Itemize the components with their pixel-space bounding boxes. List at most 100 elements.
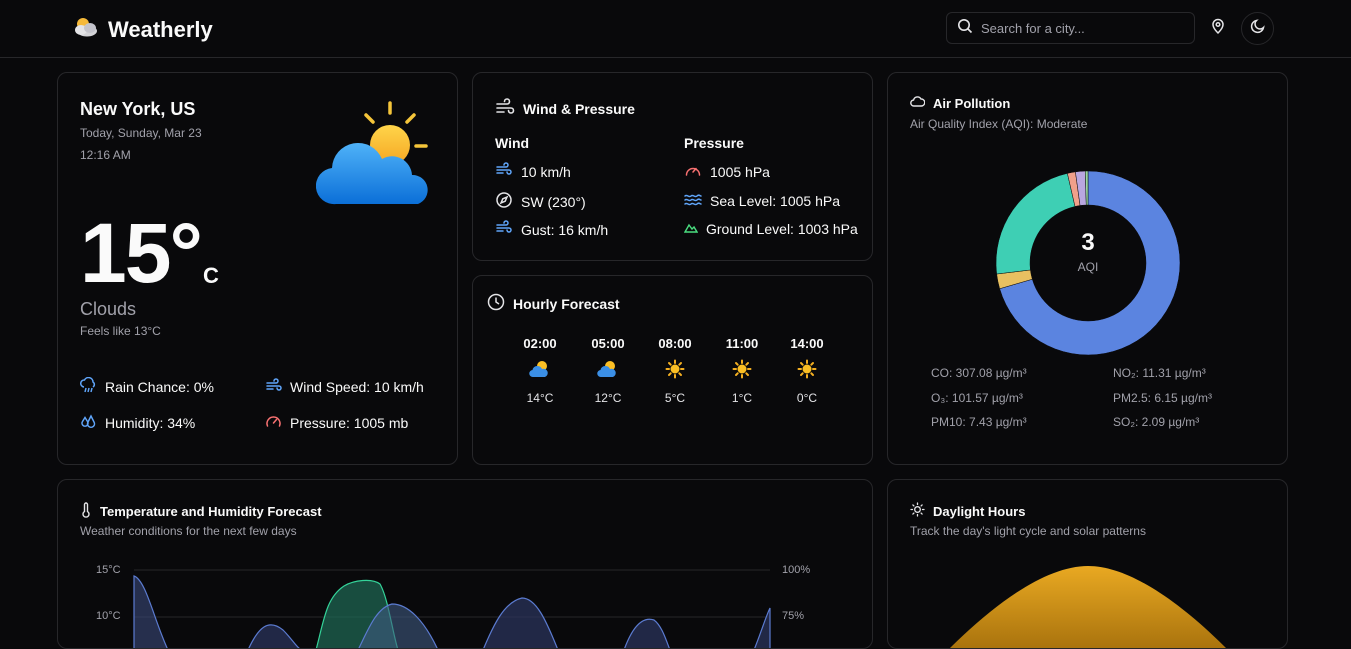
temperature: 15° (80, 206, 203, 300)
logo-icon (72, 15, 100, 44)
app-title: Weatherly (108, 16, 213, 42)
hourly-temp: 1°C (731, 391, 753, 405)
pressure-heading: Pressure (684, 135, 744, 151)
wind-gust-row: Gust: 16 km/h (495, 220, 608, 239)
droplets-icon (80, 413, 97, 433)
wind-speed-label: Wind Speed: 10 km/h (290, 379, 424, 395)
hourly-item: 11:00 1°C (717, 336, 767, 405)
daylight-curve-chart (950, 566, 1226, 648)
aqi-value: 3 (1081, 229, 1095, 256)
o3-value: O₃: 101.57 µg/m³ (931, 391, 1023, 405)
condition: Clouds (80, 299, 137, 319)
humidity-label: Humidity: 34% (105, 415, 196, 431)
wind-icon (495, 162, 513, 181)
search-input[interactable] (981, 20, 1181, 36)
co-value: CO: 307.08 µg/m³ (931, 366, 1027, 380)
humidity-area (248, 624, 300, 648)
wind-speed-row: 10 km/h (495, 162, 571, 181)
sea-level-row: Sea Level: 1005 hPa (684, 191, 840, 210)
hourly-title: Hourly Forecast (513, 295, 620, 312)
humidity-area (754, 607, 771, 648)
hourly-item: 05:00 12°C (583, 336, 633, 405)
wind-icon (495, 220, 513, 239)
wind-speed-value: 10 km/h (521, 163, 571, 180)
donut-slice-o[interactable] (995, 173, 1076, 275)
current-date: Today, Sunday, Mar 23 (80, 126, 202, 140)
sun-icon (717, 359, 767, 381)
gauge-icon (265, 413, 282, 433)
location-button[interactable] (1206, 16, 1230, 40)
partly-cloudy-icon (515, 359, 565, 381)
temperature-humidity-card: Temperature and Humidity Forecast Weathe… (57, 479, 873, 649)
hourly-item: 14:00 0°C (782, 336, 832, 405)
daylight-hours-card: Daylight Hours Track the day's light cyc… (887, 479, 1288, 649)
partly-cloudy-icon (315, 101, 438, 212)
rain-chance-label: Rain Chance: 0% (105, 379, 214, 395)
feels-like: Feels like 13°C (80, 324, 161, 338)
partly-cloudy-icon (583, 359, 633, 381)
daylight-curve (950, 566, 1226, 648)
pressure-row: 1005 hPa (684, 162, 770, 181)
compass-icon (495, 191, 513, 212)
city-name: New York, US (80, 99, 196, 119)
mountain-icon (683, 220, 699, 237)
humidity-area (624, 618, 670, 648)
hourly-item: 08:00 5°C (650, 336, 700, 405)
air-pollution-card: Air Pollution Air Quality Index (AQI): M… (887, 72, 1288, 465)
clock-icon (487, 293, 505, 314)
search-icon (957, 18, 973, 39)
hourly-header: Hourly Forecast (487, 293, 620, 314)
temperature-unit: C (203, 263, 219, 288)
rain-chance-stat: Rain Chance: 0% (80, 376, 214, 397)
wind-icon (495, 98, 515, 119)
wind-speed-stat: Wind Speed: 10 km/h (265, 377, 424, 397)
brand[interactable]: Weatherly (72, 15, 213, 44)
no2-value: NO₂: 11.31 µg/m³ (1113, 366, 1206, 380)
hourly-time: 02:00 (523, 336, 557, 351)
sun-icon (650, 359, 700, 381)
moon-icon (1250, 18, 1266, 39)
pressure-value: 1005 hPa (710, 163, 770, 180)
pressure-label: Pressure: 1005 mb (290, 415, 409, 431)
wind-pressure-title: Wind & Pressure (523, 100, 635, 117)
pressure-stat: Pressure: 1005 mb (265, 413, 408, 433)
hourly-temp: 5°C (664, 391, 686, 405)
hourly-item: 02:00 14°C (515, 336, 565, 405)
humidity-stat: Humidity: 34% (80, 413, 195, 433)
ground-level-row: Ground Level: 1003 hPa (683, 220, 858, 237)
wind-direction-row: SW (230°) (495, 191, 586, 212)
waves-icon (684, 191, 702, 210)
hourly-time: 14:00 (790, 336, 824, 351)
current-weather-card: New York, US Today, Sunday, Mar 23 12:16… (57, 72, 458, 465)
wind-icon (265, 377, 282, 397)
forecast-area-chart (133, 569, 771, 648)
top-bar: Weatherly (0, 0, 1351, 58)
aqi-label: AQI (1077, 260, 1099, 274)
wind-pressure-card: Wind & Pressure Wind Pressure 10 km/h SW… (472, 72, 873, 261)
humidity-area (483, 597, 558, 648)
wind-heading: Wind (495, 135, 530, 151)
theme-toggle-button[interactable] (1241, 12, 1274, 45)
hourly-temp: 0°C (796, 391, 818, 405)
search-box[interactable] (946, 12, 1195, 44)
map-pin-icon (1210, 18, 1226, 39)
hourly-time: 05:00 (591, 336, 625, 351)
wind-pressure-header: Wind & Pressure (495, 98, 635, 119)
sun-icon (782, 359, 832, 381)
pm25-value: PM2.5: 6.15 µg/m³ (1113, 391, 1212, 405)
hourly-forecast-card: Hourly Forecast 02:00 14°C 05:00 12°C 08:00 5… (472, 275, 873, 465)
pm10-value: PM10: 7.43 µg/m³ (931, 415, 1027, 429)
humidity-area (133, 575, 168, 648)
wind-direction-value: SW (230°) (521, 193, 586, 210)
hourly-temp: 12°C (594, 391, 622, 405)
so2-value: SO₂: 2.09 µg/m³ (1113, 415, 1200, 429)
wind-gust-value: Gust: 16 km/h (521, 221, 609, 238)
hourly-temp: 14°C (526, 391, 554, 405)
sea-level-value: Sea Level: 1005 hPa (710, 192, 840, 209)
ground-level-value: Ground Level: 1003 hPa (706, 220, 858, 237)
current-time: 12:16 AM (80, 148, 131, 162)
hourly-time: 11:00 (725, 336, 759, 351)
cloud-rain-icon (80, 376, 97, 397)
gauge-icon (684, 162, 702, 181)
hourly-time: 08:00 (658, 336, 692, 351)
